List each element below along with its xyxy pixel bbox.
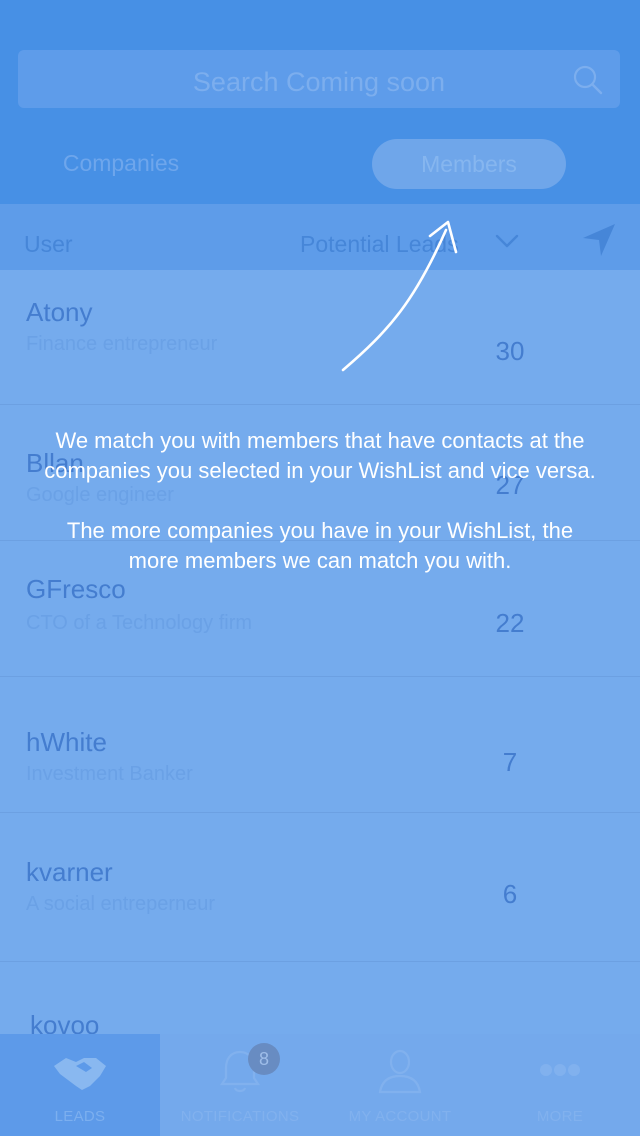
tab-bar: LEADS NOTIFICATIONS MY ACCOUNT MORE bbox=[0, 1034, 640, 1136]
tab-members[interactable]: Members bbox=[372, 139, 566, 189]
member-name: hWhite bbox=[26, 727, 107, 757]
tab-more[interactable]: MORE bbox=[480, 1034, 640, 1136]
member-leads-count: 6 bbox=[502, 879, 518, 909]
member-name: GFresco bbox=[26, 574, 126, 604]
tab-notifications[interactable]: NOTIFICATIONS bbox=[160, 1034, 320, 1136]
list-item[interactable]: hWhite Investment Banker 7 bbox=[0, 677, 640, 813]
handshake-icon bbox=[54, 1058, 106, 1090]
tab-companies[interactable]: Companies bbox=[0, 150, 242, 177]
tab-more-label: MORE bbox=[536, 1108, 584, 1125]
member-name: Bllan bbox=[26, 448, 84, 478]
member-leads-count: 7 bbox=[502, 747, 518, 777]
chevron-down-icon[interactable] bbox=[494, 228, 520, 254]
member-leads-count: 30 bbox=[495, 336, 525, 366]
column-potential-leads[interactable]: Potential Leads bbox=[300, 231, 459, 258]
member-leads-count: 27 bbox=[495, 470, 525, 500]
member-leads-count: 22 bbox=[495, 608, 525, 638]
person-icon bbox=[378, 1049, 422, 1094]
notifications-badge: 8 bbox=[248, 1043, 280, 1075]
member-title: Google engineer bbox=[26, 484, 174, 506]
search-placeholder: Search Coming soon bbox=[192, 67, 446, 97]
app-screen: Search Coming soon Companies Members Use… bbox=[0, 0, 640, 1136]
tab-notifications-label: NOTIFICATIONS bbox=[180, 1108, 300, 1125]
tab-my-account[interactable]: MY ACCOUNT bbox=[320, 1034, 480, 1136]
member-title: Finance entrepreneur bbox=[26, 333, 218, 355]
list-item[interactable]: kvarner A social entreperneur 6 bbox=[0, 813, 640, 962]
member-name: kvarner bbox=[26, 857, 113, 887]
list-item[interactable]: Bllan Google engineer 27 bbox=[0, 405, 640, 541]
member-name: Atony bbox=[26, 297, 93, 327]
location-arrow-icon[interactable] bbox=[579, 222, 617, 260]
member-list: Atony Finance entrepreneur 30 Bllan Goog… bbox=[0, 270, 640, 1034]
tab-leads-label: LEADS bbox=[54, 1108, 106, 1125]
list-item[interactable]: kovoo bbox=[0, 962, 640, 1034]
member-title: A social entreperneur bbox=[26, 893, 216, 915]
list-item[interactable]: GFresco CTO of a Technology firm 22 bbox=[0, 541, 640, 677]
list-item[interactable]: Atony Finance entrepreneur 30 bbox=[0, 270, 640, 405]
member-title: CTO of a Technology firm bbox=[26, 612, 253, 634]
tab-leads[interactable]: LEADS bbox=[0, 1034, 160, 1136]
tab-my-account-label: MY ACCOUNT bbox=[348, 1108, 452, 1125]
member-name: kovoo bbox=[30, 1010, 100, 1034]
header: Search Coming soon Companies Members bbox=[0, 0, 640, 204]
column-user: User bbox=[24, 231, 73, 257]
search-bar[interactable]: Search Coming soon bbox=[18, 50, 620, 108]
column-header: User Potential Leads bbox=[0, 204, 640, 270]
search-icon bbox=[573, 65, 603, 95]
more-dots-icon bbox=[540, 1064, 580, 1076]
member-title: Investment Banker bbox=[26, 763, 193, 785]
